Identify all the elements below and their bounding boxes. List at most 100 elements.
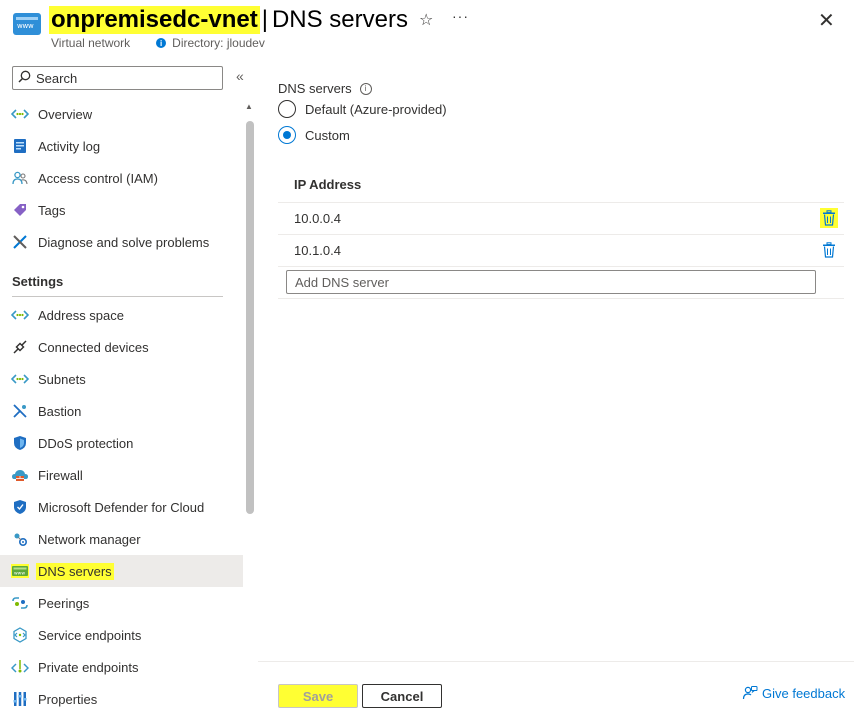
sidebar-item-label: Peerings xyxy=(38,595,90,611)
search-input[interactable] xyxy=(36,70,216,86)
resource-name: onpremisedc-vnet xyxy=(49,6,260,34)
radio-label: Custom xyxy=(305,127,350,143)
radio-custom[interactable]: Custom xyxy=(278,126,350,144)
sidebar-item-label: Service endpoints xyxy=(38,627,142,643)
sidebar-item-subnets[interactable]: Subnets xyxy=(0,363,243,395)
title-separator: | xyxy=(261,6,268,33)
sidebar-item-connected-devices[interactable]: Connected devices xyxy=(0,331,243,363)
ip-address-cell: 10.0.0.4 xyxy=(294,211,341,226)
virtual-network-icon: www xyxy=(13,13,41,35)
sidebar-item-label: Access control (IAM) xyxy=(38,170,158,186)
page-name: DNS servers xyxy=(271,6,408,33)
defender-shield-icon xyxy=(11,498,29,516)
sidebar-item-overview[interactable]: Overview xyxy=(0,98,243,130)
radio-label: Default (Azure-provided) xyxy=(305,101,447,117)
save-button[interactable]: Save xyxy=(278,684,358,708)
give-feedback-label: Give feedback xyxy=(762,685,846,701)
table-row-divider xyxy=(278,298,844,299)
sidebar-item-activity-log[interactable]: Activity log xyxy=(0,130,243,162)
info-icon[interactable]: i xyxy=(359,82,372,95)
sidebar-item-access-control[interactable]: Access control (IAM) xyxy=(0,162,243,194)
page-header: www onpremisedc-vnet | DNS servers ☆ ···… xyxy=(0,0,854,56)
private-endpoint-icon xyxy=(11,658,29,676)
table-row-divider xyxy=(278,266,844,267)
sidebar-item-properties[interactable]: Properties xyxy=(0,683,243,715)
sidebar-item-label: Private endpoints xyxy=(38,659,139,675)
dns-server-icon: www xyxy=(11,562,29,580)
vnet-arrows-icon xyxy=(11,105,29,123)
bastion-icon xyxy=(11,402,29,420)
feedback-person-icon xyxy=(742,685,758,701)
sidebar-item-network-manager[interactable]: Network manager xyxy=(0,523,243,555)
sidebar-item-label: Microsoft Defender for Cloud xyxy=(38,499,205,515)
sidebar-item-label: Address space xyxy=(38,307,124,323)
table-row-divider xyxy=(278,234,844,235)
sidebar-item-address-space[interactable]: Address space xyxy=(0,299,243,331)
settings-section-heading: Settings xyxy=(12,274,64,289)
sidebar-item-label: Overview xyxy=(38,106,93,122)
svg-text:www: www xyxy=(14,572,25,577)
sidebar-item-firewall[interactable]: Firewall xyxy=(0,459,243,491)
delete-trash-icon[interactable] xyxy=(820,240,838,260)
collapse-menu-icon[interactable]: « xyxy=(236,68,244,84)
page-title: onpremisedc-vnet | DNS servers xyxy=(49,5,408,35)
search-icon xyxy=(18,70,31,86)
sidebar-item-private-endpoints[interactable]: Private endpoints xyxy=(0,651,243,683)
dns-servers-label: DNS servers xyxy=(278,81,352,96)
firewall-icon xyxy=(11,466,29,484)
delete-trash-icon[interactable] xyxy=(820,208,838,228)
scroll-up-arrow-icon[interactable]: ▲ xyxy=(245,102,253,111)
footer-divider xyxy=(258,661,854,662)
main-content: DNS servers i Default (Azure-provided) C… xyxy=(258,60,854,716)
sidebar-item-dns-servers[interactable]: www DNS servers xyxy=(0,555,243,587)
more-options-icon[interactable]: ··· xyxy=(452,8,469,24)
sidebar-item-label: Connected devices xyxy=(38,339,149,355)
menu-search-box[interactable] xyxy=(12,66,223,90)
wrench-icon xyxy=(11,233,29,251)
ip-address-column-header: IP Address xyxy=(294,177,362,192)
radio-default-azure[interactable]: Default (Azure-provided) xyxy=(278,100,447,118)
directory-info-icon: i xyxy=(156,38,167,48)
sidebar-scrollbar-thumb[interactable] xyxy=(246,121,254,514)
resource-type: Virtual network xyxy=(51,36,131,50)
people-icon xyxy=(11,169,29,187)
resource-menu-sidebar: « Overview Activity log Access control (… xyxy=(0,60,258,716)
add-dns-server-input[interactable] xyxy=(286,270,816,294)
sidebar-item-label: Network manager xyxy=(38,531,141,547)
directory-label: Directory: jloudev xyxy=(172,36,265,50)
sidebar-item-label: Subnets xyxy=(38,371,86,387)
sidebar-item-tags[interactable]: Tags xyxy=(0,194,243,226)
resource-subtitle: Virtual network i Directory: jloudev xyxy=(51,36,265,50)
give-feedback-link[interactable]: Give feedback xyxy=(742,685,845,701)
service-endpoint-icon xyxy=(11,626,29,644)
radio-circle[interactable] xyxy=(278,126,296,144)
sidebar-item-ddos-protection[interactable]: DDoS protection xyxy=(0,427,243,459)
sidebar-item-peerings[interactable]: Peerings xyxy=(0,587,243,619)
vnet-arrows-icon xyxy=(11,306,29,324)
sidebar-item-label: DNS servers xyxy=(36,562,114,580)
sidebar-item-label: Tags xyxy=(38,202,66,218)
vnet-arrows-icon xyxy=(11,370,29,388)
dns-servers-field-label: DNS servers i xyxy=(278,81,372,96)
sidebar-item-label: Activity log xyxy=(38,138,101,154)
sidebar-item-label: Diagnose and solve problems xyxy=(38,234,210,250)
sidebar-item-bastion[interactable]: Bastion xyxy=(0,395,243,427)
favorite-star-icon[interactable]: ☆ xyxy=(419,10,433,30)
sidebar-item-service-endpoints[interactable]: Service endpoints xyxy=(0,619,243,651)
sidebar-item-label: Firewall xyxy=(38,467,83,483)
radio-circle[interactable] xyxy=(278,100,296,118)
shield-icon xyxy=(11,434,29,452)
sidebar-item-label: Bastion xyxy=(38,403,82,419)
sidebar-item-diagnose[interactable]: Diagnose and solve problems xyxy=(0,226,243,258)
table-row-divider xyxy=(278,202,844,203)
close-icon[interactable]: ✕ xyxy=(818,8,835,33)
ip-address-cell: 10.1.0.4 xyxy=(294,243,341,258)
properties-icon xyxy=(11,690,29,708)
peering-icon xyxy=(11,594,29,612)
sidebar-item-defender[interactable]: Microsoft Defender for Cloud xyxy=(0,491,243,523)
cancel-button[interactable]: Cancel xyxy=(362,684,442,708)
resource-icon-text: www xyxy=(17,22,34,30)
section-divider xyxy=(12,296,223,297)
network-manager-icon xyxy=(11,530,29,548)
sidebar-item-label: DDoS protection xyxy=(38,435,134,451)
